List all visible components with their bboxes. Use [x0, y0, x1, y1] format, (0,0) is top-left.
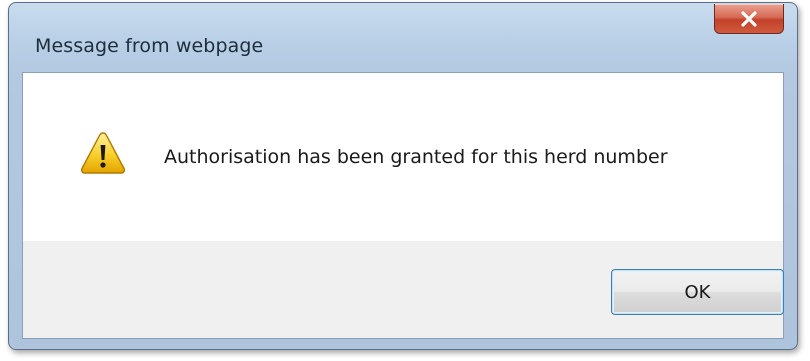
message-dialog: Message from webpage Authorisation has b…: [8, 2, 798, 350]
dialog-message: Authorisation has been granted for this …: [164, 146, 668, 168]
dialog-titlebar[interactable]: Message from webpage: [9, 3, 797, 69]
ok-button[interactable]: OK: [611, 269, 784, 315]
close-button[interactable]: [714, 4, 784, 34]
dialog-body: Authorisation has been granted for this …: [22, 72, 784, 339]
close-icon: [741, 10, 757, 27]
dialog-title: Message from webpage: [35, 35, 264, 57]
warning-icon: [80, 132, 126, 174]
dialog-content: Authorisation has been granted for this …: [23, 73, 783, 241]
